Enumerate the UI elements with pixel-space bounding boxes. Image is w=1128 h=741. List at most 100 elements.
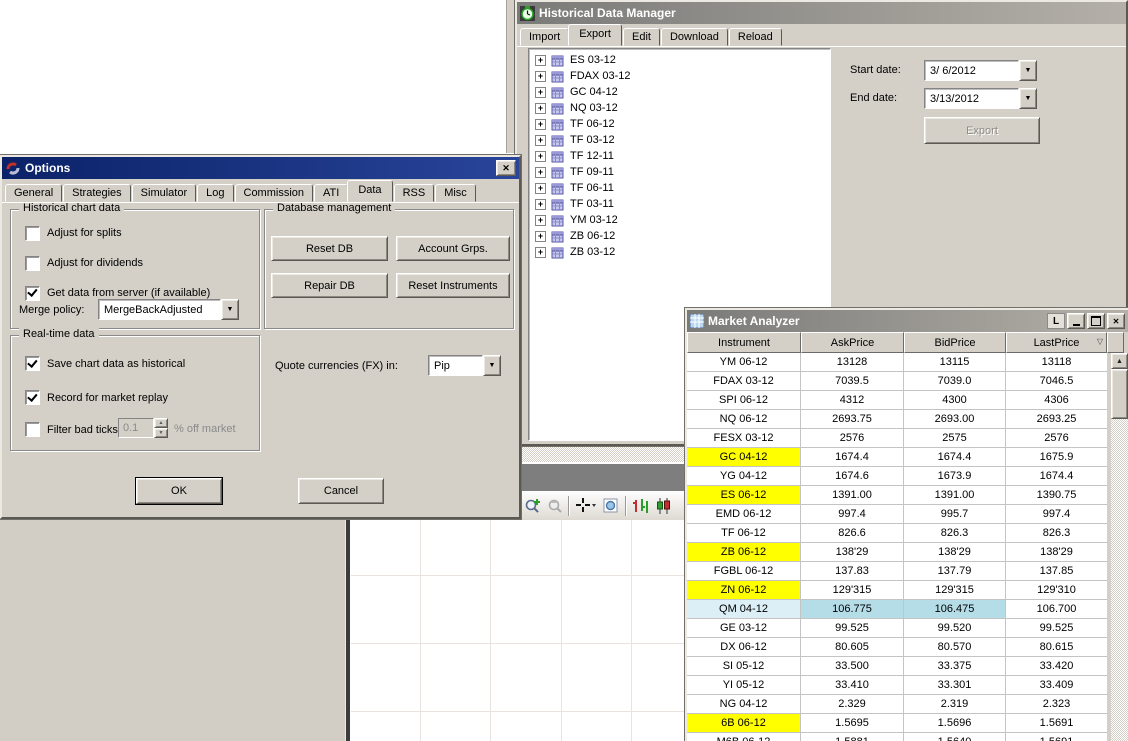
cell-askprice[interactable]: 1674.6: [801, 467, 904, 486]
hdm-tab[interactable]: Download: [660, 28, 728, 46]
cell-askprice[interactable]: 4312: [801, 391, 904, 410]
instrument-link-button[interactable]: L: [1047, 313, 1065, 329]
cell-lastprice[interactable]: 7046.5: [1006, 372, 1107, 391]
options-tab[interactable]: Misc: [435, 184, 476, 202]
table-row[interactable]: GC 04-12 1674.4 1674.4 1675.9: [687, 448, 1107, 467]
checkbox[interactable]: [25, 225, 40, 241]
tree-item-instrument[interactable]: + ES 03-12: [529, 52, 830, 68]
checkbox[interactable]: [25, 422, 40, 437]
cell-askprice[interactable]: 138'29: [801, 543, 904, 562]
end-date-combo[interactable]: 3/13/2012 ▼: [924, 88, 1037, 109]
options-tab[interactable]: Strategies: [63, 184, 131, 202]
expand-plus-icon[interactable]: +: [535, 102, 546, 114]
zoom-in-icon[interactable]: [524, 497, 542, 515]
export-button[interactable]: Export: [924, 117, 1040, 144]
reset-instruments-button[interactable]: Reset Instruments: [396, 273, 510, 298]
options-tab[interactable]: Data: [347, 180, 393, 202]
close-button[interactable]: ✕: [1107, 313, 1125, 329]
hdm-tab[interactable]: Export: [568, 24, 622, 46]
cell-instrument[interactable]: DX 06-12: [687, 638, 801, 657]
cell-askprice[interactable]: 137.83: [801, 562, 904, 581]
cell-bidprice[interactable]: 4300: [904, 391, 1006, 410]
expand-plus-icon[interactable]: +: [535, 214, 546, 226]
options-tab[interactable]: ATI: [314, 184, 349, 202]
cell-askprice[interactable]: 129'315: [801, 581, 904, 600]
cell-bidprice[interactable]: 1.5640: [904, 733, 1006, 741]
cell-lastprice[interactable]: 1674.4: [1006, 467, 1107, 486]
scrollbar-thumb[interactable]: [1111, 369, 1128, 419]
cell-lastprice[interactable]: 4306: [1006, 391, 1107, 410]
candlestick-icon[interactable]: [655, 497, 671, 515]
cell-askprice[interactable]: 33.410: [801, 676, 904, 695]
table-row[interactable]: EMD 06-12 997.4 995.7 997.4: [687, 505, 1107, 524]
cell-lastprice[interactable]: 80.615: [1006, 638, 1107, 657]
cell-askprice[interactable]: 7039.5: [801, 372, 904, 391]
cell-bidprice[interactable]: 826.3: [904, 524, 1006, 543]
close-button[interactable]: ✕: [496, 160, 516, 176]
maximize-button[interactable]: [1087, 313, 1105, 329]
tree-item-instrument[interactable]: + ZB 03-12: [529, 244, 830, 260]
tree-item-instrument[interactable]: + ZB 06-12: [529, 228, 830, 244]
cell-instrument[interactable]: YG 04-12: [687, 467, 801, 486]
expand-plus-icon[interactable]: +: [535, 182, 546, 194]
table-row[interactable]: ZB 06-12 138'29 138'29 138'29: [687, 543, 1107, 562]
options-tab[interactable]: Commission: [234, 184, 314, 202]
cell-bidprice[interactable]: 995.7: [904, 505, 1006, 524]
cell-instrument[interactable]: ZB 06-12: [687, 543, 801, 562]
options-tab[interactable]: General: [5, 184, 63, 202]
cell-bidprice[interactable]: 99.520: [904, 619, 1006, 638]
start-date-combo[interactable]: 3/ 6/2012 ▼: [924, 60, 1037, 81]
tree-item-instrument[interactable]: + NQ 03-12: [529, 100, 830, 116]
repair-db-button[interactable]: Repair DB: [271, 273, 388, 298]
table-row[interactable]: DX 06-12 80.605 80.570 80.615: [687, 638, 1107, 657]
expand-plus-icon[interactable]: +: [535, 86, 546, 98]
account-grps-button[interactable]: Account Grps.: [396, 236, 510, 261]
checkbox[interactable]: [25, 356, 40, 371]
merge-policy-combo[interactable]: MergeBackAdjusted ▼: [98, 299, 239, 320]
tree-item-instrument[interactable]: + GC 04-12: [529, 84, 830, 100]
cell-bidprice[interactable]: 7039.0: [904, 372, 1006, 391]
table-row[interactable]: YG 04-12 1674.6 1673.9 1674.4: [687, 467, 1107, 486]
checkbox-row[interactable]: Record for market replay: [25, 390, 168, 405]
cell-bidprice[interactable]: 138'29: [904, 543, 1006, 562]
zoom-window-icon[interactable]: [602, 497, 620, 515]
cell-askprice[interactable]: 106.775: [801, 600, 904, 619]
spinner-down-icon[interactable]: ▼: [154, 428, 168, 438]
expand-plus-icon[interactable]: +: [535, 198, 546, 210]
cell-lastprice[interactable]: 826.3: [1006, 524, 1107, 543]
cell-askprice[interactable]: 80.605: [801, 638, 904, 657]
cell-lastprice[interactable]: 13118: [1006, 353, 1107, 372]
cell-lastprice[interactable]: 138'29: [1006, 543, 1107, 562]
column-header-lastprice[interactable]: LastPrice ▽: [1006, 332, 1107, 353]
cell-askprice[interactable]: 99.525: [801, 619, 904, 638]
cell-instrument[interactable]: 6B 06-12: [687, 714, 801, 733]
checkbox-row[interactable]: Filter bad ticks: [25, 422, 118, 437]
cell-instrument[interactable]: ZN 06-12: [687, 581, 801, 600]
ok-button[interactable]: OK: [135, 477, 223, 505]
table-row[interactable]: QM 04-12 106.775 106.475 106.700: [687, 600, 1107, 619]
end-date-value[interactable]: 3/13/2012: [924, 88, 1019, 109]
filter-ticks-value[interactable]: 0.1: [118, 418, 154, 438]
tree-item-instrument[interactable]: + TF 03-12: [529, 132, 830, 148]
hdm-tab[interactable]: Reload: [728, 28, 782, 46]
expand-plus-icon[interactable]: +: [535, 118, 546, 130]
tree-item-instrument[interactable]: + TF 06-12: [529, 116, 830, 132]
checkbox-row[interactable]: Save chart data as historical: [25, 356, 185, 371]
cell-bidprice[interactable]: 2.319: [904, 695, 1006, 714]
cell-instrument[interactable]: M6B 06-12: [687, 733, 801, 741]
ma-titlebar[interactable]: Market Analyzer L ✕: [687, 310, 1128, 332]
cell-lastprice[interactable]: 2.323: [1006, 695, 1107, 714]
table-row[interactable]: NQ 06-12 2693.75 2693.00 2693.25: [687, 410, 1107, 429]
reset-db-button[interactable]: Reset DB: [271, 236, 388, 261]
quote-currencies-combo[interactable]: Pip ▼: [428, 355, 501, 376]
cell-bidprice[interactable]: 2575: [904, 429, 1006, 448]
cell-askprice[interactable]: 13128: [801, 353, 904, 372]
chevron-down-icon[interactable]: ▼: [1019, 88, 1037, 109]
cell-bidprice[interactable]: 33.375: [904, 657, 1006, 676]
expand-plus-icon[interactable]: +: [535, 54, 546, 66]
tree-item-instrument[interactable]: + TF 12-11: [529, 148, 830, 164]
table-row[interactable]: YI 05-12 33.410 33.301 33.409: [687, 676, 1107, 695]
scroll-up-button[interactable]: ▲: [1111, 353, 1128, 369]
cell-instrument[interactable]: SPI 06-12: [687, 391, 801, 410]
cell-instrument[interactable]: NG 04-12: [687, 695, 801, 714]
